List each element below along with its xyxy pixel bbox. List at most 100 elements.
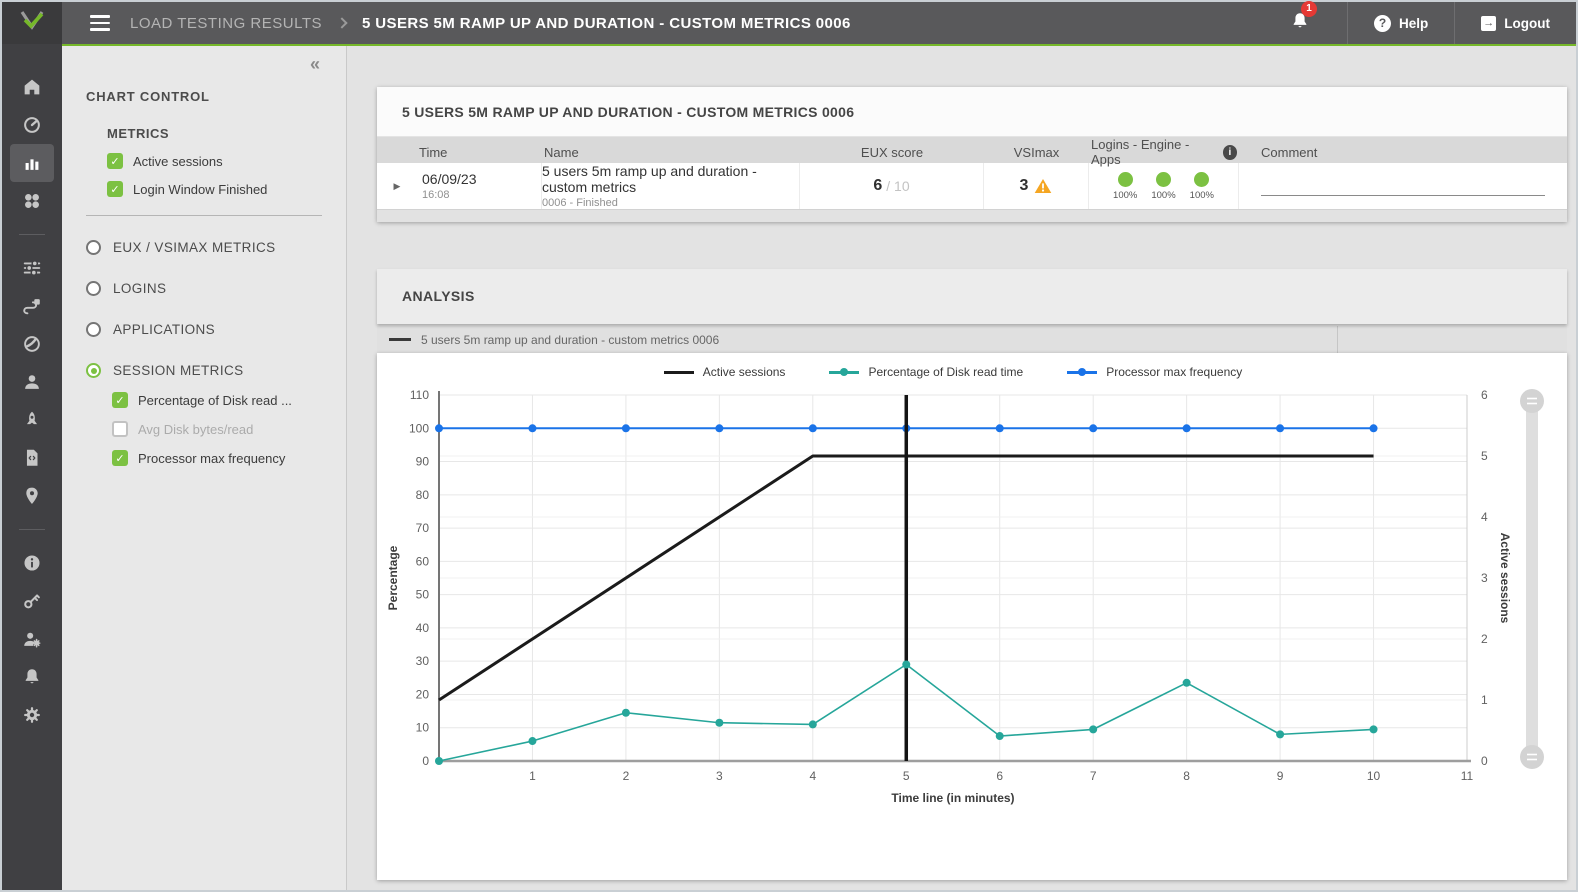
radio-applications[interactable]: APPLICATIONS <box>86 322 346 337</box>
collapse-panel-icon[interactable]: « <box>62 46 346 75</box>
checkbox-label: Processor max frequency <box>138 451 285 466</box>
svg-text:6: 6 <box>1481 388 1488 402</box>
row-vsimax-cell: 3 <box>984 163 1089 209</box>
series-swatch <box>389 338 411 341</box>
radio-icon <box>86 322 101 337</box>
checkbox-avg-disk-bytes-read[interactable]: Avg Disk bytes/read <box>112 421 346 437</box>
rocket-icon[interactable] <box>10 401 54 439</box>
logins-info-icon[interactable]: i <box>1223 145 1237 160</box>
radio-logins[interactable]: LOGINS <box>86 281 346 296</box>
legend-label: Active sessions <box>703 365 786 379</box>
checkbox-processor-max-frequency[interactable]: ✓ Processor max frequency <box>112 450 346 466</box>
table-row[interactable]: ▶ 06/09/23 16:08 5 users 5m ramp up and … <box>377 163 1567 209</box>
legend-item-processor-max-frequency[interactable]: Processor max frequency <box>1067 365 1242 379</box>
section-divider <box>86 215 322 216</box>
results-panel-title: 5 USERS 5M RAMP UP AND DURATION - CUSTOM… <box>377 87 1567 137</box>
radio-session-metrics[interactable]: SESSION METRICS <box>86 363 346 378</box>
analysis-panel-title: ANALYSIS <box>377 269 1567 324</box>
checkbox-checked-icon: ✓ <box>112 450 128 466</box>
series-selector-label: 5 users 5m ramp up and duration - custom… <box>421 333 719 347</box>
checkbox-percentage-of-disk-read[interactable]: ✓Percentage of Disk read ... <box>112 392 346 408</box>
login-status: 100% <box>1113 172 1137 201</box>
gauge-icon[interactable] <box>10 106 54 144</box>
legend-item-percentage-of-disk-read-time[interactable]: Percentage of Disk read time <box>829 365 1023 379</box>
svg-text:0: 0 <box>1481 754 1488 768</box>
series-selector-item[interactable]: 5 users 5m ramp up and duration - custom… <box>377 333 719 347</box>
tune-icon[interactable] <box>10 249 54 287</box>
status-dot-green <box>1194 172 1209 187</box>
svg-text:4: 4 <box>1481 510 1488 524</box>
checkbox-active-sessions[interactable]: ✓Active sessions <box>107 153 346 169</box>
radio-label: LOGINS <box>113 281 166 296</box>
column-eux-score: EUX score <box>800 145 984 160</box>
apps-icon[interactable] <box>10 182 54 220</box>
status-dot-green <box>1118 172 1133 187</box>
y-axis-left-label: Percentage <box>386 545 400 610</box>
navigation-rail <box>2 44 62 890</box>
globe-icon[interactable] <box>10 325 54 363</box>
column-comment: Comment <box>1239 145 1567 160</box>
user-icon[interactable] <box>10 363 54 401</box>
svg-text:7: 7 <box>1090 769 1097 783</box>
svg-text:50: 50 <box>416 588 430 602</box>
status-dot-green <box>1156 172 1171 187</box>
info-icon[interactable] <box>10 544 54 582</box>
main-content: 5 USERS 5M RAMP UP AND DURATION - CUSTOM… <box>347 46 1576 890</box>
results-panel: 5 USERS 5M RAMP UP AND DURATION - CUSTOM… <box>377 87 1567 222</box>
legend-label: Processor max frequency <box>1106 365 1242 379</box>
bar-chart-icon[interactable] <box>10 144 54 182</box>
chart-legend: Active sessions Percentage of Disk read t… <box>439 365 1467 379</box>
checkbox-login-window-finished[interactable]: ✓ Login Window Finished <box>107 181 346 197</box>
svg-text:10: 10 <box>416 721 430 735</box>
code-file-icon[interactable] <box>10 439 54 477</box>
column-name: Name <box>542 145 800 160</box>
rail-divider <box>19 529 45 530</box>
results-table-header: Time Name EUX score VSImax Logins - Engi… <box>377 137 1567 163</box>
app-logo[interactable] <box>2 2 62 44</box>
checkbox-label: Active sessions <box>133 154 223 169</box>
results-panel-footer <box>377 209 1567 222</box>
plug-icon[interactable] <box>10 287 54 325</box>
radio-label: APPLICATIONS <box>113 322 215 337</box>
notification-badge: 1 <box>1301 1 1317 17</box>
rail-divider <box>19 234 45 235</box>
location-pin-icon[interactable] <box>10 477 54 515</box>
radio-eux-vsimax-metrics[interactable]: EUX / VSIMAX METRICS <box>86 240 346 255</box>
breadcrumb[interactable]: LOAD TESTING RESULTS <box>130 15 322 32</box>
row-name-cell: 5 users 5m ramp up and duration - custom… <box>542 163 800 209</box>
active-sessions-range-slider[interactable] <box>1520 389 1544 769</box>
series-bar-divider <box>1337 326 1338 353</box>
svg-text:5: 5 <box>903 769 910 783</box>
expand-row-icon[interactable]: ▶ <box>377 163 417 209</box>
svg-text:40: 40 <box>416 621 430 635</box>
user-settings-icon[interactable] <box>10 620 54 658</box>
svg-text:90: 90 <box>416 455 430 469</box>
hamburger-menu-icon[interactable] <box>90 15 110 31</box>
notifications-button[interactable]: 1 <box>1269 9 1347 38</box>
legend-item-active-sessions[interactable]: Active sessions <box>664 365 786 379</box>
svg-text:2: 2 <box>1481 632 1488 646</box>
svg-text:3: 3 <box>716 769 723 783</box>
svg-text:11: 11 <box>1461 769 1474 783</box>
svg-text:10: 10 <box>1367 769 1381 783</box>
breadcrumb-chevron-icon <box>336 17 347 28</box>
svg-text:1: 1 <box>1481 693 1488 707</box>
row-logins-cell: 100%100%100% <box>1089 163 1239 209</box>
svg-text:6: 6 <box>996 769 1003 783</box>
status-percent: 100% <box>1151 190 1175 201</box>
comment-field[interactable] <box>1261 195 1545 196</box>
chart-region: Active sessions Percentage of Disk read t… <box>377 353 1567 880</box>
help-button[interactable]: ? Help <box>1348 2 1454 44</box>
home-icon[interactable] <box>10 68 54 106</box>
svg-text:110: 110 <box>410 388 429 402</box>
metric-group-list: EUX / VSIMAX METRICS LOGINS APPLICATIONS SE… <box>86 240 346 378</box>
checkbox-checked-icon: ✓ <box>107 181 123 197</box>
chart-control-title: CHART CONTROL <box>86 89 346 104</box>
checkbox-label: Login Window Finished <box>133 182 267 197</box>
svg-text:3: 3 <box>1481 571 1488 585</box>
svg-text:9: 9 <box>1277 769 1284 783</box>
logout-button[interactable]: → Logout <box>1455 2 1576 44</box>
key-icon[interactable] <box>10 582 54 620</box>
bell-icon[interactable] <box>10 658 54 696</box>
gear-icon[interactable] <box>10 696 54 734</box>
